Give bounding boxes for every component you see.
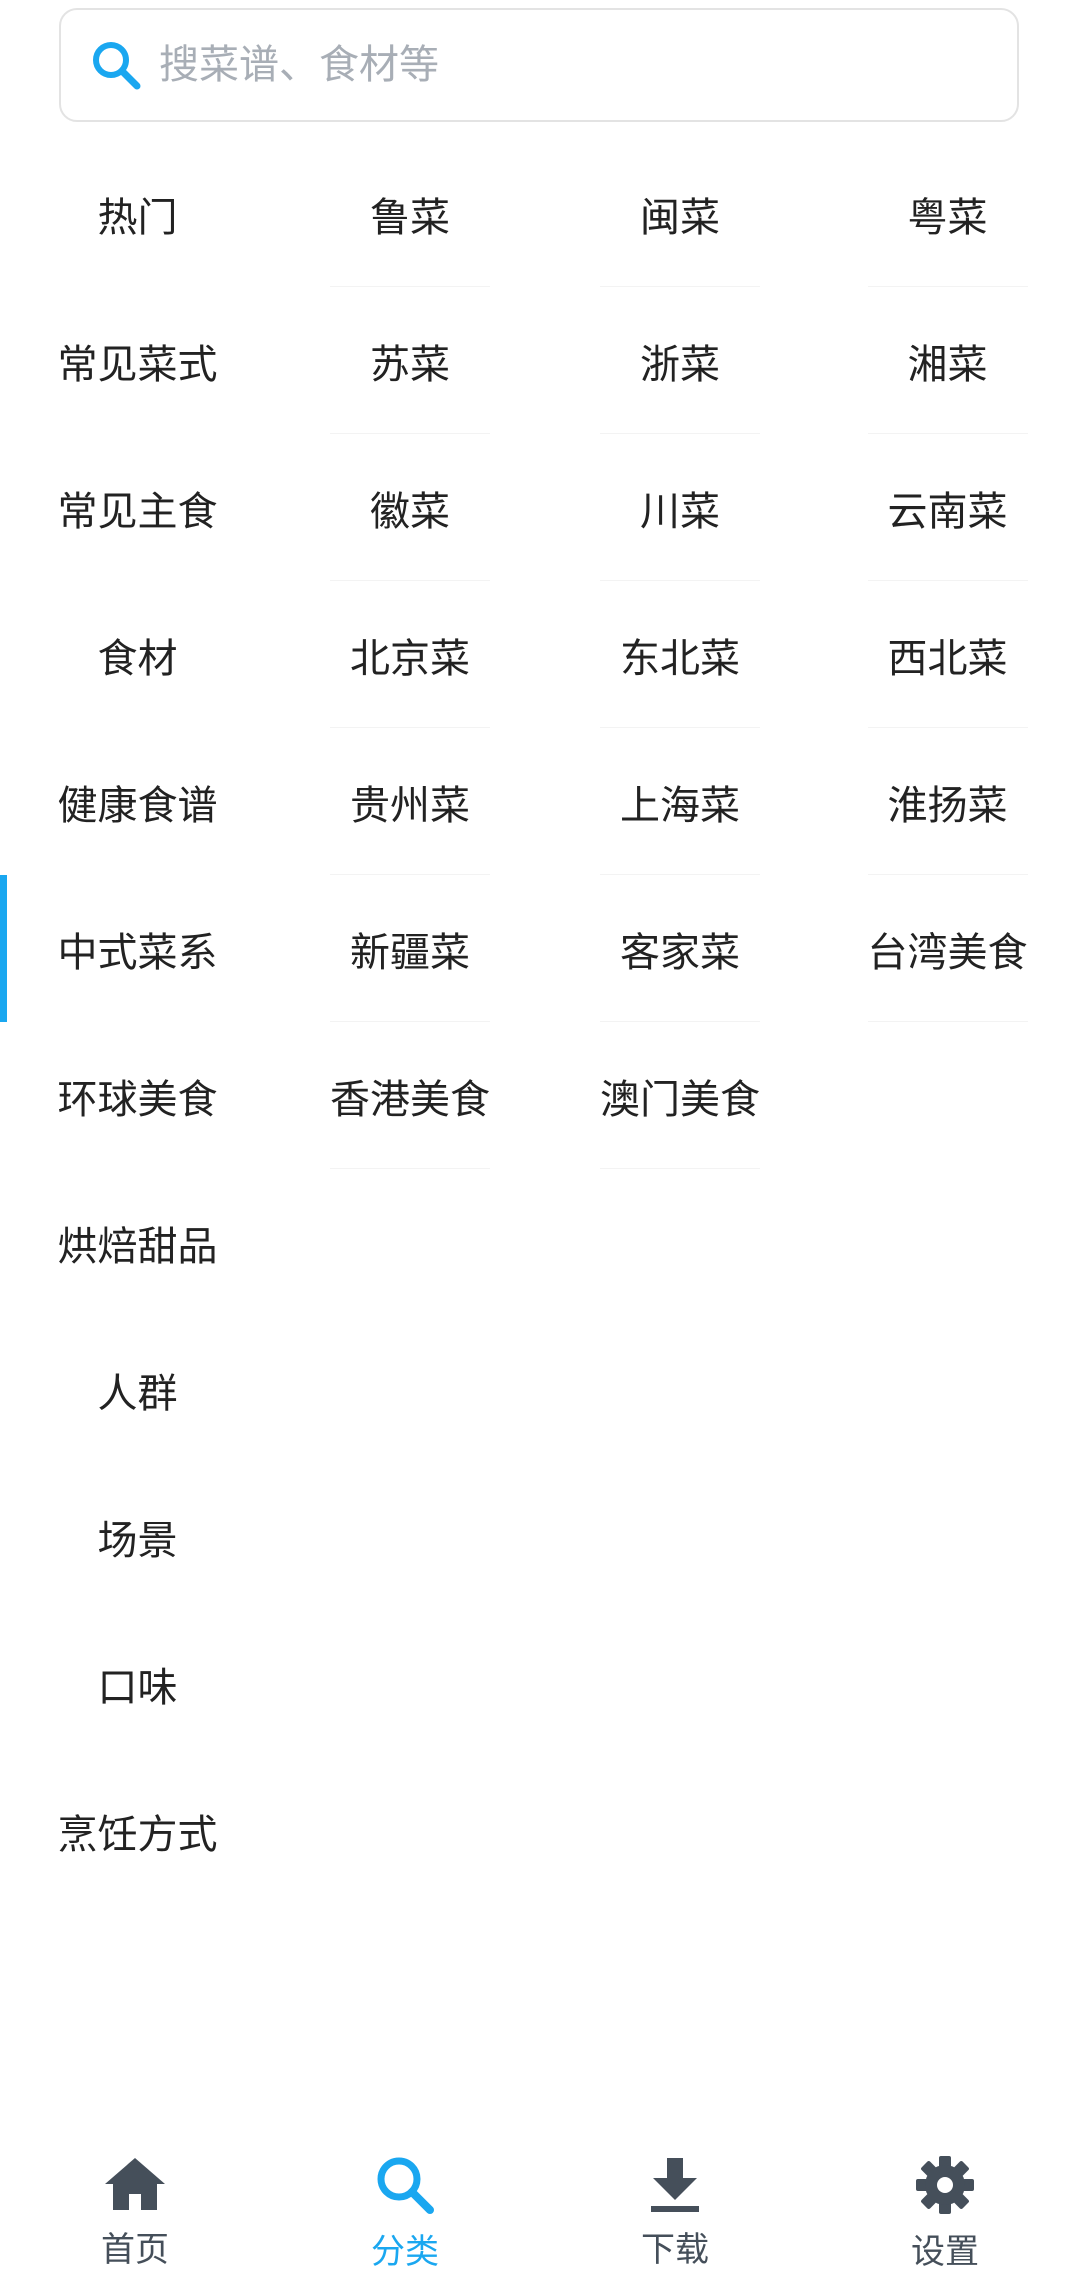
gear-icon [912,2154,978,2216]
tab-category-label: 分类 [371,2232,439,2272]
subcategory-item[interactable]: 苏菜 [275,287,545,434]
subcategory-item[interactable]: 上海菜 [545,728,815,875]
category-item[interactable]: 常见主食 [0,434,275,581]
search-bar[interactable] [59,8,1019,122]
tab-home[interactable]: 首页 [0,2128,270,2270]
search-input[interactable] [157,41,961,89]
category-item[interactable]: 口味 [0,1610,275,1757]
category-item[interactable]: 常见菜式 [0,287,275,434]
subcategory-item[interactable]: 新疆菜 [275,875,545,1022]
subcategory-item[interactable]: 云南菜 [815,434,1080,581]
category-item[interactable]: 热门 [0,140,275,287]
subcategory-item[interactable]: 台湾美食 [815,875,1080,1022]
subcategory-item[interactable]: 香港美食 [275,1022,545,1169]
download-icon [642,2154,708,2214]
subcategory-item[interactable]: 西北菜 [815,581,1080,728]
category-item-active[interactable]: 中式菜系 [0,875,275,1022]
tab-category[interactable]: 分类 [270,2128,540,2272]
subcategory-item[interactable]: 川菜 [545,434,815,581]
category-item[interactable]: 烘焙甜品 [0,1169,275,1316]
subcategory-item[interactable]: 闽菜 [545,140,815,287]
tab-download[interactable]: 下载 [540,2128,810,2270]
subcategory-item[interactable]: 澳门美食 [545,1022,815,1169]
subcategory-item[interactable]: 淮扬菜 [815,728,1080,875]
tab-home-label: 首页 [101,2230,169,2270]
subcategory-item[interactable]: 客家菜 [545,875,815,1022]
subcategory-item[interactable]: 浙菜 [545,287,815,434]
category-item[interactable]: 健康食谱 [0,728,275,875]
subcategory-item[interactable]: 北京菜 [275,581,545,728]
subcategory-item[interactable]: 东北菜 [545,581,815,728]
search-icon [372,2154,438,2216]
search-icon [89,38,143,92]
home-icon [102,2154,168,2214]
tab-settings-label: 设置 [911,2232,979,2272]
category-item[interactable]: 人群 [0,1316,275,1463]
subcategory-item[interactable]: 湘菜 [815,287,1080,434]
subcategory-grid: 鲁菜 闽菜 粤菜 苏菜 浙菜 湘菜 徽菜 川菜 云南菜 北京菜 东北菜 西北菜 … [275,140,1080,1169]
subcategory-item[interactable]: 鲁菜 [275,140,545,287]
category-item[interactable]: 烹饪方式 [0,1757,275,1904]
category-item[interactable]: 环球美食 [0,1022,275,1169]
category-list: 热门 常见菜式 常见主食 食材 健康食谱 中式菜系 环球美食 烘焙甜品 人群 场… [0,140,275,1904]
tab-settings[interactable]: 设置 [810,2128,1080,2272]
subcategory-item[interactable]: 粤菜 [815,140,1080,287]
subcategory-item[interactable]: 贵州菜 [275,728,545,875]
tab-download-label: 下载 [641,2230,709,2270]
bottom-tab-bar: 首页 分类 下载 设置 [0,2128,1080,2272]
category-item[interactable]: 场景 [0,1463,275,1610]
category-item[interactable]: 食材 [0,581,275,728]
subcategory-item[interactable]: 徽菜 [275,434,545,581]
